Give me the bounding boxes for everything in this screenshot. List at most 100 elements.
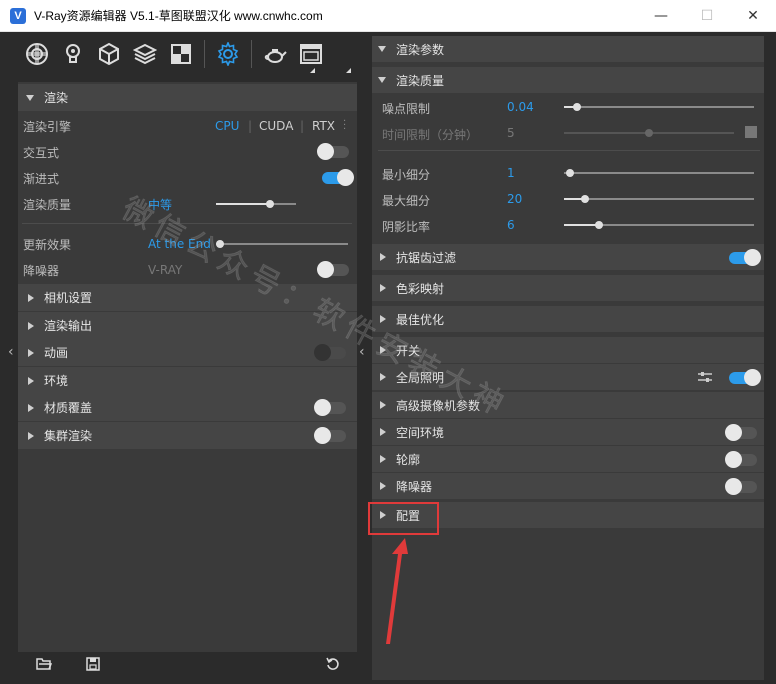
toolbar-divider-2 bbox=[251, 40, 252, 68]
update-effect-slider[interactable] bbox=[216, 240, 348, 248]
geometry-icon[interactable] bbox=[96, 41, 122, 67]
engine-cpu-option[interactable]: CPU bbox=[215, 119, 239, 133]
frame-buffer-icon[interactable] bbox=[298, 41, 324, 67]
expand-right-icon bbox=[380, 428, 386, 436]
interactive-label: 交互式 bbox=[23, 145, 60, 160]
min-subdivs-slider[interactable] bbox=[564, 169, 754, 177]
expand-down-icon bbox=[378, 46, 386, 52]
update-effect-label: 更新效果 bbox=[23, 237, 72, 252]
texture-icon[interactable] bbox=[168, 41, 194, 67]
render-engine-row: 渲染引擎 CPU | CUDA | RTX · · · bbox=[18, 113, 357, 139]
noise-limit-value[interactable]: 0.04 bbox=[507, 100, 534, 114]
engine-rtx-option[interactable]: RTX bbox=[312, 119, 335, 133]
collapse-center-icon[interactable]: ‹ bbox=[359, 344, 365, 360]
progressive-row: 渐进式 bbox=[18, 165, 357, 191]
noise-limit-slider[interactable] bbox=[564, 103, 754, 111]
gi-options-icon[interactable] bbox=[698, 371, 712, 386]
open-folder-icon[interactable] bbox=[36, 657, 53, 674]
contours-toggle[interactable] bbox=[725, 451, 757, 468]
min-subdivs-label: 最小细分 bbox=[382, 168, 431, 182]
volumetric-environment-header[interactable]: 空间环境 bbox=[372, 419, 764, 445]
expand-right-icon bbox=[380, 253, 386, 261]
render-params-header[interactable]: 渲染参数 bbox=[372, 36, 764, 62]
settings-icon[interactable] bbox=[215, 41, 241, 67]
engine-cuda-option[interactable]: CUDA bbox=[259, 119, 293, 133]
antialias-filter-header[interactable]: 抗锯齿过滤 bbox=[372, 244, 764, 270]
shadow-rate-slider[interactable] bbox=[564, 221, 754, 229]
time-limit-label: 时间限制（分钟） bbox=[382, 128, 479, 142]
antialias-filter-toggle[interactable] bbox=[729, 249, 761, 266]
material-override-section-header[interactable]: 材质覆盖 bbox=[18, 394, 357, 421]
teapot-icon[interactable] bbox=[262, 41, 288, 67]
time-limit-checkbox[interactable] bbox=[745, 126, 757, 138]
optimization-header[interactable]: 最佳优化 bbox=[372, 306, 764, 332]
cluster-render-toggle[interactable] bbox=[314, 427, 346, 444]
denoiser-toggle[interactable] bbox=[317, 261, 349, 278]
frame-buffer-dropdown-icon[interactable] bbox=[346, 68, 351, 73]
expand-right-icon bbox=[380, 373, 386, 381]
render-section-label: 渲染 bbox=[44, 91, 69, 105]
expand-down-icon bbox=[26, 94, 34, 101]
light-icon[interactable] bbox=[60, 41, 86, 67]
advanced-camera-header[interactable]: 高级摄像机参数 bbox=[372, 392, 764, 418]
color-mapping-header[interactable]: 色彩映射 bbox=[372, 275, 764, 301]
time-limit-row: 时间限制（分钟） 5 bbox=[372, 120, 764, 146]
min-subdivs-row: 最小细分 1 bbox=[372, 160, 764, 186]
min-subdivs-value[interactable]: 1 bbox=[507, 166, 515, 180]
environment-section-header[interactable]: 环境 bbox=[18, 367, 357, 394]
volumetric-environment-toggle[interactable] bbox=[725, 424, 757, 441]
time-limit-value[interactable]: 5 bbox=[507, 126, 515, 140]
global-illumination-header[interactable]: 全局照明 bbox=[372, 364, 764, 390]
quality-divider bbox=[378, 150, 760, 151]
animation-section-header[interactable]: 动画 bbox=[18, 339, 357, 366]
environment-section-label: 环境 bbox=[44, 374, 69, 388]
max-subdivs-value[interactable]: 20 bbox=[507, 192, 522, 206]
progressive-toggle[interactable] bbox=[322, 169, 354, 186]
interactive-row: 交互式 bbox=[18, 139, 357, 165]
minimize-button[interactable]: — bbox=[638, 0, 684, 32]
interactive-toggle[interactable] bbox=[317, 143, 349, 160]
close-button[interactable]: ✕ bbox=[730, 0, 776, 32]
teapot-dropdown-icon[interactable] bbox=[310, 68, 315, 73]
cluster-render-section-header[interactable]: 集群渲染 bbox=[18, 422, 357, 449]
expand-right-icon bbox=[380, 315, 386, 323]
advanced-camera-label: 高级摄像机参数 bbox=[396, 398, 481, 413]
animation-toggle[interactable] bbox=[314, 344, 346, 361]
title-bar: V V-Ray资源编辑器 V5.1-草图联盟汉化 www.cnwhc.com —… bbox=[0, 0, 776, 32]
contours-header[interactable]: 轮廓 bbox=[372, 446, 764, 472]
bottom-bar bbox=[8, 652, 365, 678]
material-override-toggle[interactable] bbox=[314, 399, 346, 416]
save-icon[interactable] bbox=[86, 657, 100, 674]
material-icon[interactable] bbox=[24, 41, 50, 67]
expand-right-icon bbox=[28, 431, 34, 440]
optimization-label: 最佳优化 bbox=[396, 312, 445, 327]
render-section-header[interactable]: 渲染 bbox=[18, 84, 357, 111]
quality-slider[interactable] bbox=[216, 200, 296, 208]
layers-icon[interactable] bbox=[132, 41, 158, 67]
denoiser-section-toggle[interactable] bbox=[725, 478, 757, 495]
camera-section-label: 相机设置 bbox=[44, 291, 93, 305]
render-settings-panel: 渲染 渲染引擎 CPU | CUDA | RTX · · · 交互式 渐进式 渲染质… bbox=[18, 82, 357, 652]
maximize-button[interactable]: ☐ bbox=[684, 0, 730, 32]
collapse-left-icon[interactable]: ‹ bbox=[8, 344, 14, 360]
output-section-header[interactable]: 渲染输出 bbox=[18, 312, 357, 339]
global-illumination-label: 全局照明 bbox=[396, 370, 445, 385]
reset-icon[interactable] bbox=[326, 657, 340, 674]
material-override-section-label: 材质覆盖 bbox=[44, 401, 93, 415]
progressive-label: 渐进式 bbox=[23, 171, 60, 186]
render-quality-header[interactable]: 渲染质量 bbox=[372, 67, 764, 93]
more-options-icon[interactable]: · · · bbox=[343, 117, 346, 135]
expand-right-icon bbox=[28, 376, 34, 385]
shadow-rate-value[interactable]: 6 bbox=[507, 218, 515, 232]
volumetric-environment-label: 空间环境 bbox=[396, 425, 445, 440]
camera-section-header[interactable]: 相机设置 bbox=[18, 284, 357, 311]
denoiser-section-label: 降噪器 bbox=[396, 479, 433, 494]
time-limit-slider[interactable] bbox=[564, 129, 734, 137]
denoiser-section-header[interactable]: 降噪器 bbox=[372, 473, 764, 499]
global-illumination-toggle[interactable] bbox=[729, 369, 761, 386]
max-subdivs-slider[interactable] bbox=[564, 195, 754, 203]
switches-header[interactable]: 开关 bbox=[372, 337, 764, 363]
cluster-render-section-label: 集群渲染 bbox=[44, 429, 93, 443]
antialias-filter-label: 抗锯齿过滤 bbox=[396, 250, 457, 265]
expand-right-icon bbox=[28, 293, 34, 302]
